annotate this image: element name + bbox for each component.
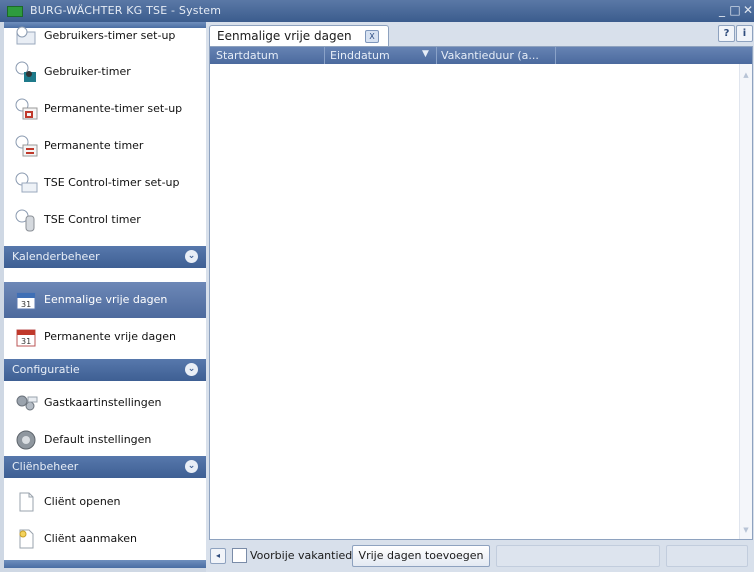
- sidebar-item-one-time-holidays[interactable]: 31 Eenmalige vrije dagen: [4, 282, 206, 318]
- sidebar-item-label: Gebruiker-timer: [44, 65, 131, 78]
- sidebar-item-create-client[interactable]: Cliënt aanmaken: [4, 521, 206, 557]
- section-header-label: Cliënbeheer: [12, 460, 79, 473]
- holidays-grid: Startdatum Einddatum ▼ Vakantieduur (a..…: [209, 46, 753, 540]
- grid-header: Startdatum Einddatum ▼ Vakantieduur (a..…: [210, 47, 752, 64]
- sidebar-item-label: Eenmalige vrije dagen: [44, 293, 168, 306]
- timer-setup-icon: [16, 26, 36, 45]
- close-icon[interactable]: ✕: [741, 3, 754, 17]
- sidebar-item-user-timer[interactable]: Gebruiker-timer: [4, 54, 206, 90]
- scroll-down-icon[interactable]: ▼: [741, 525, 751, 535]
- sidebar-item-tse-control-timer-setup[interactable]: TSE Control-timer set-up: [4, 165, 206, 201]
- nav-back-button[interactable]: ◂: [210, 548, 226, 564]
- scroll-up-icon[interactable]: ▲: [741, 70, 751, 80]
- column-header-end-date[interactable]: Einddatum: [330, 49, 390, 62]
- sidebar-item-label: Permanente-timer set-up: [44, 102, 183, 115]
- sidebar-scroll-down[interactable]: [4, 560, 206, 568]
- user-timer-icon: [15, 61, 36, 82]
- sidebar-item-label: Permanente timer: [44, 139, 144, 152]
- disabled-button: [496, 545, 660, 567]
- sidebar-item-label: Default instellingen: [44, 433, 152, 446]
- window-title: BURG-WÄCHTER KG TSE - System: [30, 4, 222, 17]
- maximize-icon[interactable]: □: [728, 3, 742, 17]
- column-header-holiday-duration[interactable]: Vakantieduur (a...: [441, 49, 539, 62]
- sidebar-item-default-settings[interactable]: Default instellingen: [4, 422, 206, 458]
- app-icon: [7, 6, 23, 17]
- info-button[interactable]: i: [736, 25, 753, 42]
- permanent-timer-icon: [15, 135, 38, 157]
- sidebar-item-label: Cliënt aanmaken: [44, 532, 137, 545]
- minimize-icon[interactable]: _: [715, 3, 729, 17]
- column-separator[interactable]: [324, 47, 325, 64]
- calendar-red-icon: 31: [16, 329, 36, 347]
- new-document-icon: [19, 529, 34, 549]
- sidebar-item-tse-control-timer[interactable]: TSE Control timer: [4, 202, 206, 238]
- column-separator[interactable]: [436, 47, 437, 64]
- svg-text:31: 31: [21, 300, 31, 309]
- sidebar-item-permanent-timer-setup[interactable]: Permanente-timer set-up: [4, 91, 206, 127]
- column-separator[interactable]: [555, 47, 556, 64]
- svg-text:31: 31: [21, 337, 31, 346]
- tse-timer-icon: [15, 209, 35, 232]
- main-panel: Eenmalige vrije dagen X ? i Startdatum E…: [206, 22, 754, 572]
- tse-timer-setup-icon: [15, 172, 38, 193]
- calendar-icon: 31: [16, 292, 36, 310]
- title-bar: BURG-WÄCHTER KG TSE - System _ □ ✕: [0, 0, 754, 22]
- past-holidays-label: Voorbije vakantiedagen: [250, 549, 352, 562]
- sidebar-item-open-client[interactable]: Cliënt openen: [4, 484, 206, 520]
- vertical-scrollbar[interactable]: ▲ ▼: [739, 64, 752, 539]
- sidebar-item-label: Gastkaartinstellingen: [44, 396, 162, 409]
- section-header-client-management[interactable]: Cliënbeheer ⌄: [4, 456, 206, 478]
- sidebar-item-permanent-timer[interactable]: Permanente timer: [4, 128, 206, 164]
- sidebar-item-label: Permanente vrije dagen: [44, 330, 176, 343]
- sort-down-icon: ▼: [422, 49, 429, 59]
- column-header-start-date[interactable]: Startdatum: [216, 49, 279, 62]
- tab-label: Eenmalige vrije dagen: [217, 29, 352, 43]
- section-header-label: Kalenderbeheer: [12, 250, 100, 263]
- sidebar: Gebruikers-timer set-up Gebruiker-timer …: [4, 22, 207, 568]
- sidebar-item-user-timer-setup[interactable]: Gebruikers-timer set-up: [4, 22, 206, 54]
- gears-icon: [16, 395, 38, 411]
- grid-footer: ◂ Voorbije vakantiedagen Vrije dagen toe…: [206, 540, 754, 572]
- tab-strip: Eenmalige vrije dagen X ? i: [206, 22, 754, 47]
- sidebar-item-guest-card-settings[interactable]: Gastkaartinstellingen: [4, 385, 206, 421]
- sidebar-item-label: TSE Control-timer set-up: [44, 176, 180, 189]
- chevron-down-icon[interactable]: ⌄: [185, 363, 198, 376]
- sidebar-item-label: TSE Control timer: [44, 213, 141, 226]
- disabled-button: [666, 545, 748, 567]
- add-holidays-button[interactable]: Vrije dagen toevoegen: [352, 545, 490, 567]
- section-header-calendar[interactable]: Kalenderbeheer ⌄: [4, 246, 206, 268]
- chevron-down-icon[interactable]: ⌄: [185, 250, 198, 263]
- past-holidays-checkbox[interactable]: [232, 548, 247, 563]
- document-icon: [19, 492, 34, 512]
- chevron-down-icon[interactable]: ⌄: [185, 460, 198, 473]
- close-tab-icon[interactable]: X: [365, 30, 379, 43]
- sidebar-item-label: Cliënt openen: [44, 495, 121, 508]
- section-header-configuration[interactable]: Configuratie ⌄: [4, 359, 206, 381]
- permanent-timer-setup-icon: [15, 98, 38, 120]
- tab-one-time-holidays[interactable]: Eenmalige vrije dagen X: [209, 25, 389, 47]
- sidebar-item-label: Gebruikers-timer set-up: [44, 29, 176, 42]
- section-header-label: Configuratie: [12, 363, 80, 376]
- help-button[interactable]: ?: [718, 25, 735, 42]
- sidebar-item-permanent-holidays[interactable]: 31 Permanente vrije dagen: [4, 319, 206, 355]
- gear-icon: [16, 430, 36, 450]
